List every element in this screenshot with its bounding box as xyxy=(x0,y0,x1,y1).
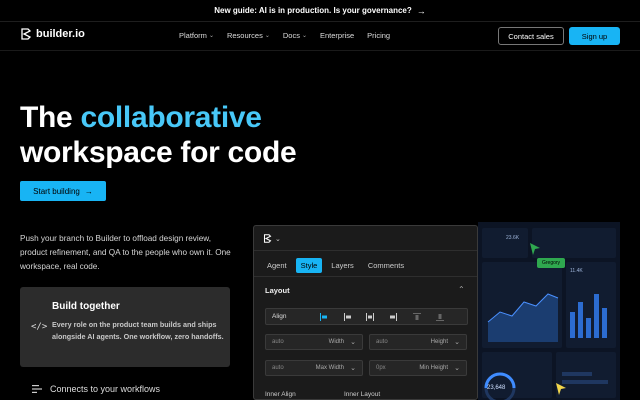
min-height-value: 0px xyxy=(376,365,386,371)
nav-pricing-label: Pricing xyxy=(367,31,391,40)
feature-card-body: Every role on the product team builds an… xyxy=(52,320,224,341)
hero-title-prefix: The xyxy=(20,101,81,134)
min-height-field[interactable]: 0px Min Height ⌄ xyxy=(369,360,467,376)
align-control: Align xyxy=(265,308,468,325)
side-stat-value: 11.4K xyxy=(570,268,583,274)
style-editor-panel: ⌄ Agent Style Layers Comments Layout ⌃ A… xyxy=(253,225,478,400)
gauge-value: 23,648 xyxy=(487,385,506,391)
hero-title-line2: workspace for code xyxy=(20,136,297,169)
align-left-icon[interactable] xyxy=(320,313,328,321)
chevron-down-icon: ⌄ xyxy=(275,235,281,243)
align-label: Align xyxy=(272,313,287,320)
nav-links: Platform ⌄ Resources ⌄ Docs ⌄ Enterprise… xyxy=(179,31,403,40)
min-height-label: Min Height xyxy=(419,365,448,371)
announcement-banner[interactable]: New guide: AI is in production. Is your … xyxy=(0,0,640,22)
logo[interactable]: builder.io xyxy=(20,28,85,40)
align-end-icon[interactable] xyxy=(389,313,397,321)
nav-docs[interactable]: Docs ⌄ xyxy=(283,31,307,40)
align-center-icon[interactable] xyxy=(344,313,352,321)
connect-label: Connects to your workflows xyxy=(50,384,161,394)
chevron-down-icon: ⌄ xyxy=(454,365,460,372)
banner-text[interactable]: New guide: AI is in production. Is your … xyxy=(214,6,412,15)
list-icon xyxy=(32,385,42,393)
sign-up-button[interactable]: Sign up xyxy=(569,27,620,45)
width-field[interactable]: auto Width ⌄ xyxy=(265,334,363,350)
tab-comments[interactable]: Comments xyxy=(363,258,409,273)
nav-platform[interactable]: Platform ⌄ xyxy=(179,31,214,40)
nav-enterprise[interactable]: Enterprise xyxy=(320,31,354,40)
tab-layers[interactable]: Layers xyxy=(326,258,359,273)
chevron-down-icon: ⌄ xyxy=(301,33,307,39)
dashboard-preview: 23.6K 11.4K 23,648 Gregory xyxy=(478,222,620,400)
top-stat-value: 23.6K xyxy=(506,235,520,241)
hero-title-line1: The collaborative xyxy=(20,100,296,135)
panel-tabs: Agent Style Layers Comments xyxy=(262,258,413,273)
cursor-pointer-icon xyxy=(530,243,540,255)
arrow-right-icon: → xyxy=(416,5,426,16)
feature-card-build-together[interactable]: </> Build together Every role on the pro… xyxy=(20,287,230,367)
hero-title: The collaborative workspace for code xyxy=(20,100,297,170)
code-icon: </> xyxy=(31,322,48,332)
nav-docs-label: Docs xyxy=(282,31,300,40)
nav-pricing[interactable]: Pricing xyxy=(367,31,390,40)
align-bottom-icon[interactable] xyxy=(436,313,444,321)
dashboard-preview-graphic xyxy=(482,228,616,400)
chevron-down-icon: ⌄ xyxy=(454,339,460,346)
chevron-down-icon: ⌄ xyxy=(264,33,270,39)
chevron-down-icon: ⌄ xyxy=(208,33,214,39)
collaborator-tag: Gregory xyxy=(537,258,566,268)
max-width-field[interactable]: auto Max Width ⌄ xyxy=(265,360,363,376)
max-width-value: auto xyxy=(272,365,284,371)
align-top-icon[interactable] xyxy=(413,313,421,321)
panel-divider xyxy=(254,250,477,251)
inner-align-label: Inner Align xyxy=(265,391,296,398)
layout-section-title: Layout xyxy=(265,286,290,295)
align-right-icon[interactable] xyxy=(366,313,374,321)
nav-enterprise-label: Enterprise xyxy=(319,31,355,40)
builder-logo-icon xyxy=(21,28,32,40)
builder-logo-icon xyxy=(263,234,272,243)
max-width-label: Max Width xyxy=(315,365,344,371)
logo-text: builder.io xyxy=(36,28,85,40)
chevron-up-icon[interactable]: ⌃ xyxy=(458,285,465,294)
inner-layout-label: Inner Layout xyxy=(344,391,381,398)
feature-card-title: Build together xyxy=(52,301,120,312)
cursor-pointer-icon xyxy=(556,383,566,395)
panel-logo-menu[interactable]: ⌄ xyxy=(263,234,281,243)
nav-resources[interactable]: Resources ⌄ xyxy=(227,31,270,40)
height-value: auto xyxy=(376,339,388,345)
chevron-down-icon: ⌄ xyxy=(350,339,356,346)
nav-resources-label: Resources xyxy=(226,31,263,40)
top-nav: builder.io Platform ⌄ Resources ⌄ Docs ⌄… xyxy=(0,23,640,51)
width-value: auto xyxy=(272,339,284,345)
start-building-label: Start building xyxy=(33,186,80,196)
contact-sales-button[interactable]: Contact sales xyxy=(498,27,564,45)
tab-style[interactable]: Style xyxy=(295,258,323,273)
nav-platform-label: Platform xyxy=(179,31,207,40)
hero-description: Push your branch to Builder to offload d… xyxy=(20,234,231,271)
start-building-button[interactable]: Start building → xyxy=(20,181,106,201)
tab-agent[interactable]: Agent xyxy=(262,258,292,273)
height-field[interactable]: auto Height ⌄ xyxy=(369,334,467,350)
hero-title-accent: collaborative xyxy=(80,101,262,134)
panel-divider xyxy=(254,276,477,277)
chevron-down-icon: ⌄ xyxy=(350,365,356,372)
feature-connects-workflows[interactable]: Connects to your workflows xyxy=(32,384,160,394)
arrow-right-icon: → xyxy=(84,186,93,196)
height-label: Height xyxy=(430,339,448,345)
width-label: Width xyxy=(328,339,344,345)
